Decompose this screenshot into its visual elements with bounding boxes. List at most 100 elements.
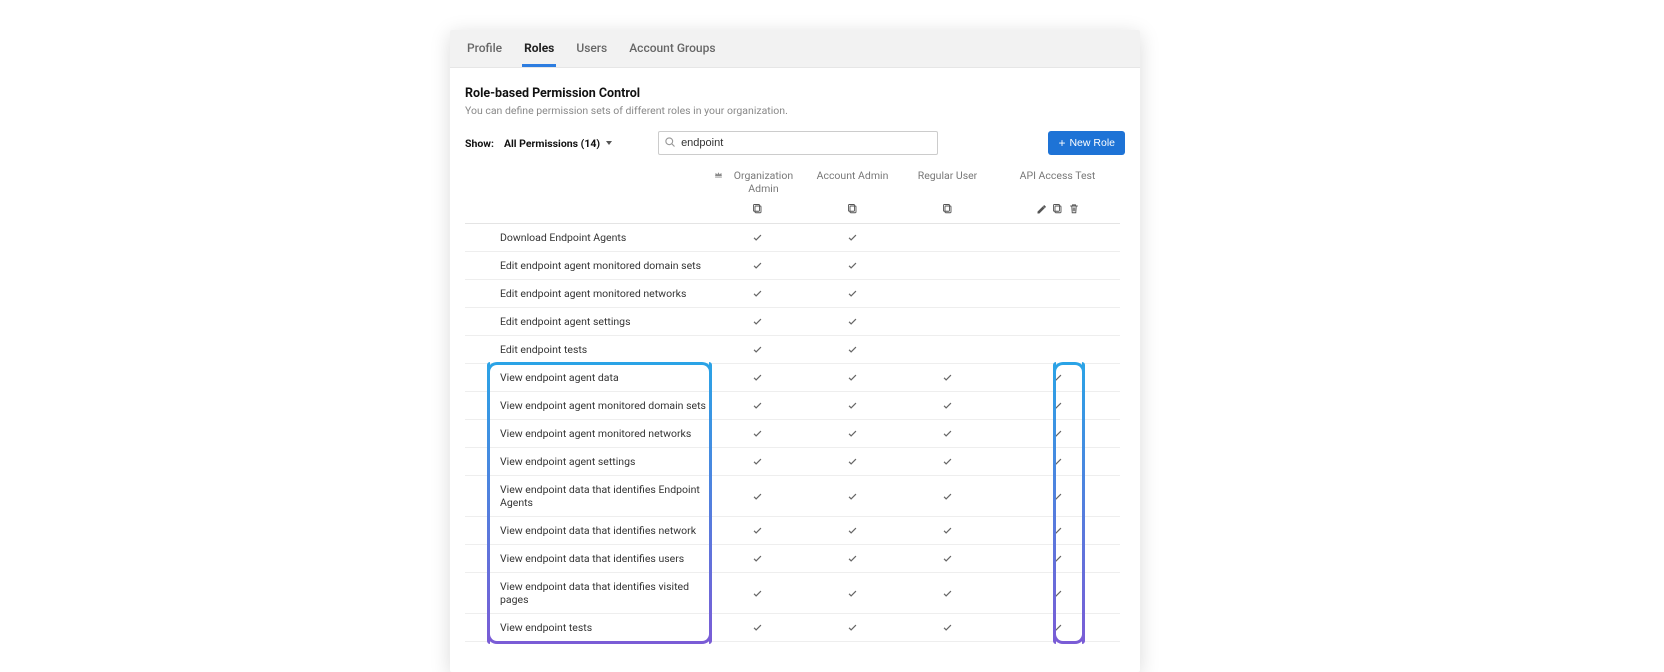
permission-cell [995, 448, 1120, 476]
permission-cell [900, 308, 995, 336]
permission-cell [995, 614, 1120, 642]
permission-name: Edit endpoint agent monitored networks [465, 280, 710, 308]
column-header: API Access Test [995, 167, 1120, 197]
permission-cell [805, 336, 900, 364]
column-header-permission [465, 167, 710, 197]
role-actions [995, 197, 1120, 224]
permission-cell [805, 364, 900, 392]
permission-cell [805, 517, 900, 545]
check-icon [847, 491, 858, 502]
check-icon [847, 588, 858, 599]
permission-cell [900, 336, 995, 364]
copy-icon[interactable] [847, 203, 859, 215]
permission-name: View endpoint data that identifies netwo… [465, 517, 710, 545]
permission-cell [900, 573, 995, 614]
role-actions [805, 197, 900, 224]
check-icon [1052, 400, 1063, 411]
check-icon [942, 428, 953, 439]
permission-cell [710, 420, 805, 448]
check-icon [752, 316, 763, 327]
permission-cell [995, 545, 1120, 573]
roles-content: Role-based Permission Control You can de… [450, 68, 1140, 672]
permission-cell [805, 573, 900, 614]
permission-cell [900, 280, 995, 308]
check-icon [847, 400, 858, 411]
column-header: Regular User [900, 167, 995, 197]
tab-roles[interactable]: Roles [522, 30, 556, 67]
tab-profile[interactable]: Profile [465, 30, 504, 67]
permission-cell [710, 573, 805, 614]
permission-name: View endpoint tests [465, 614, 710, 642]
permission-cell [995, 392, 1120, 420]
permission-cell [995, 280, 1120, 308]
toolbar: Show: All Permissions (14) + New Role [465, 131, 1125, 155]
permission-cell [805, 392, 900, 420]
permission-cell [710, 308, 805, 336]
check-icon [752, 588, 763, 599]
permission-name: View endpoint agent monitored networks [465, 420, 710, 448]
permission-cell [805, 545, 900, 573]
permission-cell [995, 308, 1120, 336]
check-icon [752, 400, 763, 411]
permission-cell [710, 336, 805, 364]
check-icon [847, 553, 858, 564]
permission-name: View endpoint data that identifies users [465, 545, 710, 573]
copy-icon[interactable] [942, 203, 954, 215]
crown-icon [714, 169, 723, 180]
action-cell-empty [465, 197, 710, 224]
permission-cell [900, 448, 995, 476]
search-input[interactable] [658, 131, 938, 155]
permission-cell [710, 392, 805, 420]
column-header-label: Account Admin [817, 169, 889, 182]
permission-cell [995, 573, 1120, 614]
check-icon [1052, 553, 1063, 564]
permission-cell [900, 224, 995, 252]
permission-cell [710, 517, 805, 545]
column-header-label: Regular User [918, 169, 978, 182]
check-icon [847, 525, 858, 536]
check-icon [1052, 428, 1063, 439]
check-icon [752, 428, 763, 439]
permission-cell [710, 476, 805, 517]
page-title: Role-based Permission Control [465, 86, 1125, 101]
check-icon [942, 588, 953, 599]
plus-icon: + [1058, 137, 1065, 149]
check-icon [752, 456, 763, 467]
permissions-grid: Organization AdminAccount AdminRegular U… [465, 167, 1125, 642]
copy-icon[interactable] [752, 203, 764, 215]
check-icon [752, 491, 763, 502]
permission-name: View endpoint data that identifies Endpo… [465, 476, 710, 517]
tab-users[interactable]: Users [574, 30, 609, 67]
permission-cell [805, 308, 900, 336]
edit-icon[interactable] [1036, 203, 1048, 215]
show-filter-dropdown[interactable]: All Permissions (14) [504, 137, 612, 150]
permission-cell [900, 392, 995, 420]
check-icon [752, 372, 763, 383]
tab-bar: Profile Roles Users Account Groups [450, 30, 1140, 68]
check-icon [847, 372, 858, 383]
tab-account-groups[interactable]: Account Groups [627, 30, 717, 67]
check-icon [1052, 491, 1063, 502]
permission-cell [995, 224, 1120, 252]
new-role-button[interactable]: + New Role [1048, 131, 1125, 155]
settings-panel: Profile Roles Users Account Groups Role-bas… [450, 30, 1140, 672]
search-icon [664, 136, 676, 148]
show-filter-value: All Permissions (14) [504, 137, 600, 150]
permission-cell [900, 420, 995, 448]
check-icon [847, 622, 858, 633]
delete-icon[interactable] [1068, 203, 1080, 215]
permission-name: Edit endpoint tests [465, 336, 710, 364]
permission-name: Edit endpoint agent monitored domain set… [465, 252, 710, 280]
check-icon [752, 553, 763, 564]
check-icon [1052, 588, 1063, 599]
permission-cell [995, 364, 1120, 392]
role-actions [710, 197, 805, 224]
check-icon [847, 428, 858, 439]
check-icon [942, 456, 953, 467]
check-icon [752, 622, 763, 633]
check-icon [752, 232, 763, 243]
copy-icon[interactable] [1052, 203, 1064, 215]
show-label: Show: [465, 137, 494, 150]
check-icon [942, 491, 953, 502]
check-icon [1052, 372, 1063, 383]
